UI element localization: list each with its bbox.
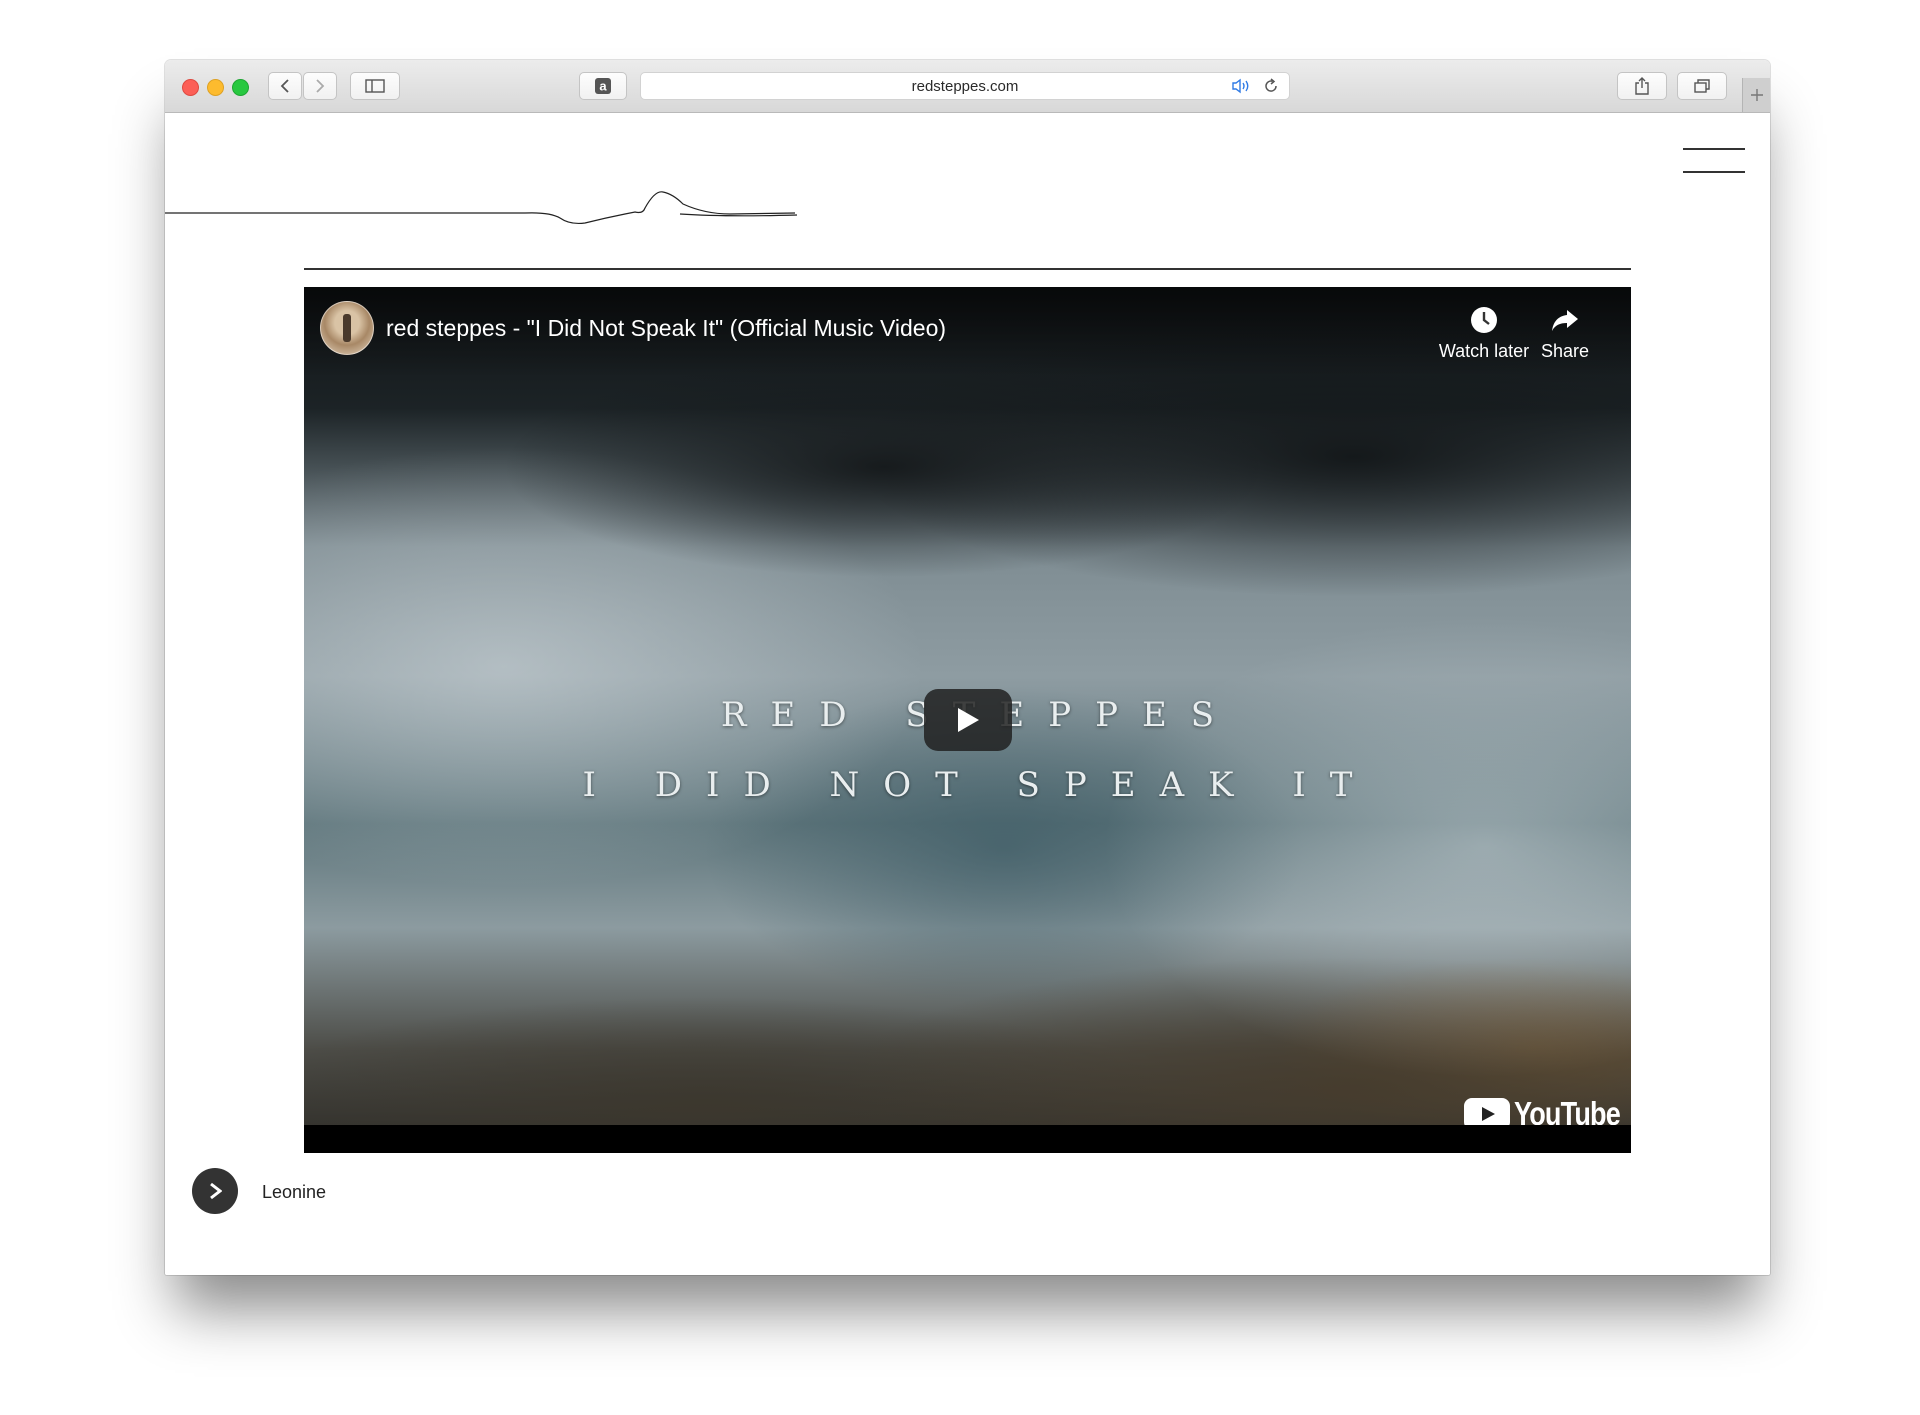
youtube-video-player[interactable]: red steppes - "I Did Not Speak It" (Offi…: [304, 287, 1631, 1153]
hamburger-icon-bar-top: [1683, 148, 1745, 150]
play-icon: [958, 708, 979, 732]
sidebar-icon: [365, 79, 385, 93]
video-overlay-song-title: I DID NOT SPEAK IT: [582, 765, 1377, 805]
plus-icon: [1750, 89, 1763, 101]
clock-icon: [1471, 307, 1497, 333]
reload-icon[interactable]: [1263, 78, 1279, 94]
hamburger-menu-button[interactable]: [1683, 148, 1745, 174]
audio-track-name: Leonine: [262, 1182, 327, 1202]
url-text: redsteppes.com: [911, 78, 1019, 95]
divider: [304, 268, 1631, 270]
hamburger-icon-bar-bottom: [1683, 171, 1745, 173]
show-tabs-button[interactable]: [1677, 72, 1727, 100]
play-icon: [210, 1182, 222, 1200]
share-icon: [1635, 77, 1649, 95]
amazon-a-icon: a: [595, 78, 611, 94]
zoom-window-button[interactable]: [232, 79, 249, 96]
audio-play-button[interactable]: [192, 1168, 238, 1214]
play-button[interactable]: [924, 689, 1012, 751]
sidebar-button[interactable]: [350, 72, 400, 100]
waveform-line-logo[interactable]: [165, 168, 815, 228]
forward-button[interactable]: [303, 72, 337, 100]
browser-toolbar: a redsteppes.com: [165, 60, 1770, 113]
address-bar[interactable]: redsteppes.com: [640, 72, 1290, 100]
minimize-window-button[interactable]: [207, 79, 224, 96]
share-arrow-icon: [1552, 310, 1578, 331]
new-tab-button[interactable]: [1742, 78, 1770, 112]
watch-later-label: Watch later: [1438, 341, 1530, 361]
video-share-button[interactable]: Share: [1524, 305, 1606, 362]
audio-icon[interactable]: [1231, 78, 1253, 94]
tabs-icon: [1694, 79, 1710, 93]
video-letterbox-bar: [304, 1125, 1631, 1153]
channel-avatar[interactable]: [320, 301, 374, 355]
watch-later-button[interactable]: Watch later: [1434, 305, 1534, 362]
amazon-extension-button[interactable]: a: [579, 72, 627, 100]
close-window-button[interactable]: [182, 79, 199, 96]
back-icon: [280, 79, 289, 93]
share-button[interactable]: [1617, 72, 1667, 100]
browser-window: a redsteppes.com red steppes - "I Did No…: [165, 60, 1770, 1275]
svg-text:a: a: [599, 79, 607, 94]
share-label: Share: [1540, 341, 1590, 361]
back-button[interactable]: [268, 72, 302, 100]
page-content: red steppes - "I Did Not Speak It" (Offi…: [165, 113, 1770, 1275]
forward-icon: [316, 79, 325, 93]
video-title[interactable]: red steppes - "I Did Not Speak It" (Offi…: [386, 315, 946, 342]
